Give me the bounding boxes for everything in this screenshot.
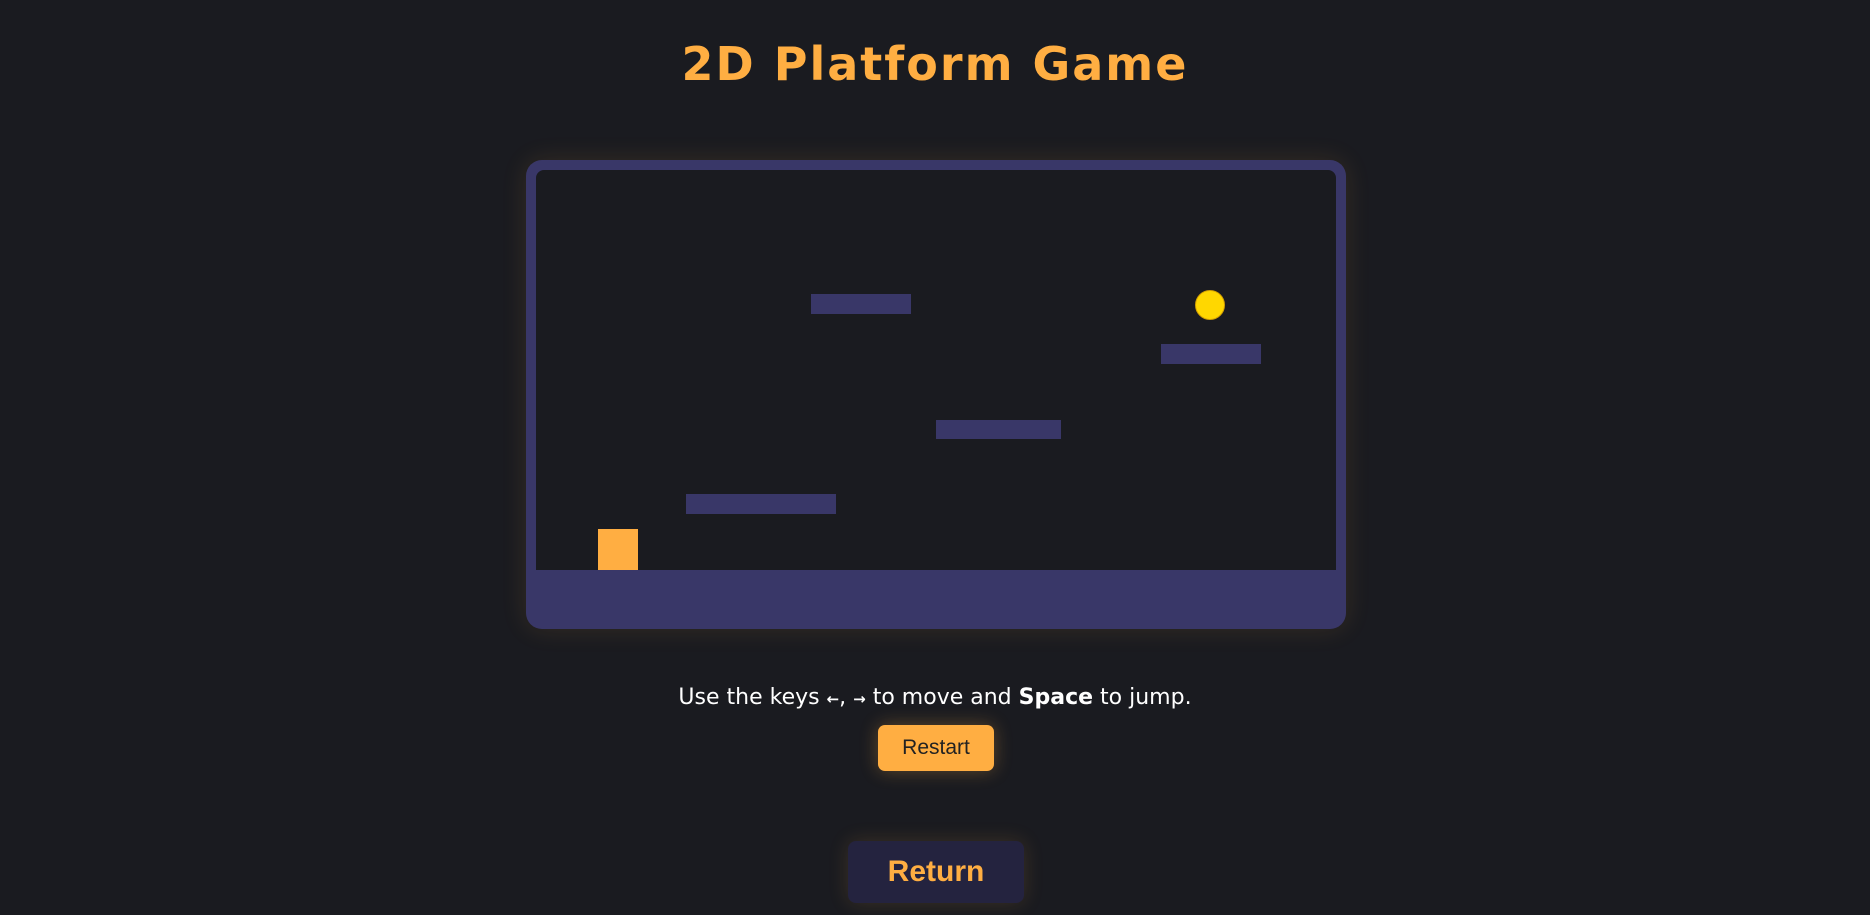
instructions-suffix: to jump. [1093,685,1192,710]
instructions-text: Use the keys ←, → to move and Space to j… [0,682,1870,715]
platform [1161,344,1261,364]
instructions-middle: to move and [865,685,1019,710]
game-frame [526,160,1346,629]
left-arrow-icon: ← [826,690,840,708]
platform [936,420,1061,439]
platform [811,294,911,314]
platform [686,494,836,514]
page-title: 2D Platform Game [681,37,1189,91]
right-arrow-icon: → [853,690,866,708]
player-character [598,529,638,570]
instructions-prefix: Use the keys [678,685,827,710]
instructions-separator: , [839,685,854,710]
space-key-label: Space [1018,685,1094,710]
game-canvas[interactable] [536,170,1336,570]
return-button[interactable]: Return [848,841,1024,903]
restart-button[interactable]: Restart [878,725,994,771]
coin [1195,290,1225,320]
ground [536,570,1336,619]
